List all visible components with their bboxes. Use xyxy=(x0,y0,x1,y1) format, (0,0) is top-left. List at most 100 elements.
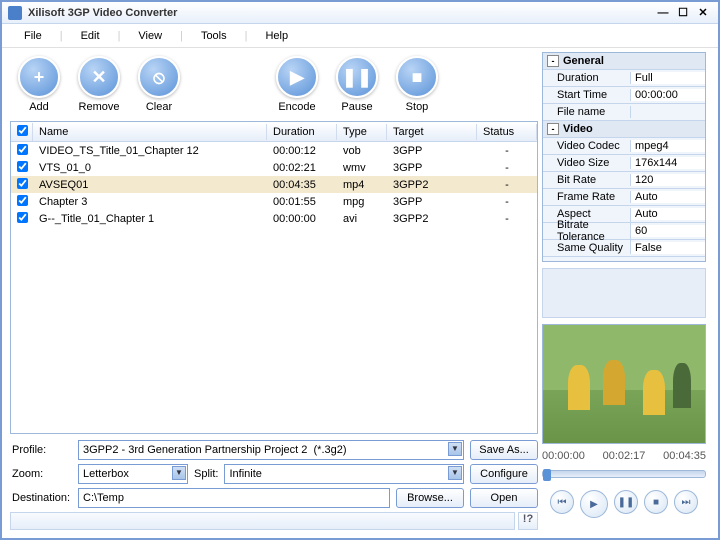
menu-view[interactable]: View xyxy=(128,27,172,45)
save-as-button[interactable]: Save As... xyxy=(470,440,538,460)
cell-target: 3GPP xyxy=(387,161,477,175)
prop-row[interactable]: Video Size176x144 xyxy=(543,155,705,172)
menu-help[interactable]: Help xyxy=(255,27,298,45)
col-target[interactable]: Target xyxy=(387,124,477,140)
prop-value[interactable]: Auto xyxy=(631,208,705,220)
transport-stop-button[interactable]: ■ xyxy=(644,490,668,514)
cell-status: - xyxy=(477,212,537,226)
split-label: Split: xyxy=(194,468,218,480)
col-status[interactable]: Status xyxy=(477,124,537,140)
prop-key: Bit Rate xyxy=(543,174,631,186)
prop-value[interactable]: 120 xyxy=(631,174,705,186)
add-button[interactable]: +Add xyxy=(18,56,60,113)
play-button[interactable]: ▶ xyxy=(580,490,608,518)
prop-value[interactable]: mpeg4 xyxy=(631,140,705,152)
minimize-button[interactable]: — xyxy=(654,6,672,20)
select-all-checkbox[interactable] xyxy=(17,125,28,136)
profile-label: Profile: xyxy=(10,444,72,456)
prop-row[interactable]: Same QualityFalse xyxy=(543,240,705,257)
prop-row[interactable]: Frame RateAuto xyxy=(543,189,705,206)
time-start: 00:00:00 xyxy=(542,450,585,462)
table-row[interactable]: VIDEO_TS_Title_01_Chapter 1200:00:12vob3… xyxy=(11,142,537,159)
cell-status: - xyxy=(477,195,537,209)
prop-value[interactable]: Auto xyxy=(631,191,705,203)
open-button[interactable]: Open xyxy=(470,488,538,508)
prop-row[interactable]: File name xyxy=(543,104,705,121)
clear-button[interactable]: ⦸Clear xyxy=(138,56,180,113)
prop-key: Frame Rate xyxy=(543,191,631,203)
prop-value[interactable]: Full xyxy=(631,72,705,84)
prop-key: Same Quality xyxy=(543,242,631,254)
stop-button[interactable]: ■Stop xyxy=(396,56,438,113)
chevron-down-icon[interactable]: ▼ xyxy=(448,442,462,456)
encode-button[interactable]: ▶Encode xyxy=(276,56,318,113)
profile-select[interactable] xyxy=(78,440,464,460)
menu-tools[interactable]: Tools xyxy=(191,27,237,45)
row-checkbox[interactable] xyxy=(17,161,28,172)
remove-button[interactable]: ✕Remove xyxy=(78,56,120,113)
pause-icon: ❚❚ xyxy=(336,56,378,98)
menu-file[interactable]: File xyxy=(14,27,52,45)
cell-type: vob xyxy=(337,144,387,158)
prop-row[interactable]: Bit Rate120 xyxy=(543,172,705,189)
cell-target: 3GPP2 xyxy=(387,178,477,192)
maximize-button[interactable]: ☐ xyxy=(674,6,692,20)
prop-category[interactable]: -Video xyxy=(543,121,705,138)
table-row[interactable]: Chapter 300:01:55mpg3GPP- xyxy=(11,193,537,210)
cell-target: 3GPP2 xyxy=(387,212,477,226)
chevron-down-icon[interactable]: ▼ xyxy=(448,466,462,480)
browse-button[interactable]: Browse... xyxy=(396,488,464,508)
col-name[interactable]: Name xyxy=(33,124,267,140)
prev-button[interactable]: ⏮ xyxy=(550,490,574,514)
chevron-down-icon[interactable]: ▼ xyxy=(172,466,186,480)
prop-row[interactable]: Video Codecmpeg4 xyxy=(543,138,705,155)
row-checkbox[interactable] xyxy=(17,144,28,155)
collapse-icon[interactable]: - xyxy=(547,55,559,67)
cell-name: Chapter 3 xyxy=(33,195,267,209)
encode-icon: ▶ xyxy=(276,56,318,98)
prop-value[interactable]: 60 xyxy=(631,225,705,237)
prop-value[interactable]: False xyxy=(631,242,705,254)
prop-key: Bitrate Tolerance xyxy=(543,219,631,243)
menu-edit[interactable]: Edit xyxy=(71,27,110,45)
slider-thumb[interactable] xyxy=(543,469,551,481)
prop-category[interactable]: -General xyxy=(543,53,705,70)
row-checkbox[interactable] xyxy=(17,195,28,206)
prop-key: Video Size xyxy=(543,157,631,169)
transport-pause-button[interactable]: ❚❚ xyxy=(614,490,638,514)
plus-icon: + xyxy=(18,56,60,98)
cell-name: VIDEO_TS_Title_01_Chapter 12 xyxy=(33,144,267,158)
destination-input[interactable] xyxy=(78,488,390,508)
next-button[interactable]: ⏭ xyxy=(674,490,698,514)
seek-slider[interactable] xyxy=(542,470,706,478)
video-preview[interactable] xyxy=(542,324,706,444)
prop-value[interactable]: 176x144 xyxy=(631,157,705,169)
split-select[interactable] xyxy=(224,464,464,484)
close-button[interactable]: ✕ xyxy=(694,6,712,20)
table-row[interactable]: AVSEQ0100:04:35mp43GPP2- xyxy=(11,176,537,193)
cell-type: avi xyxy=(337,212,387,226)
prop-row[interactable]: Start Time00:00:00 xyxy=(543,87,705,104)
destination-label: Destination: xyxy=(10,492,72,504)
help-button[interactable]: !? xyxy=(518,512,538,530)
pause-button[interactable]: ❚❚Pause xyxy=(336,56,378,113)
time-mid: 00:02:17 xyxy=(603,450,646,462)
app-icon xyxy=(8,6,22,20)
menubar: File| Edit| View| Tools| Help xyxy=(2,24,718,48)
row-checkbox[interactable] xyxy=(17,212,28,223)
prop-key: Start Time xyxy=(543,89,631,101)
prop-row[interactable]: DurationFull xyxy=(543,70,705,87)
row-checkbox[interactable] xyxy=(17,178,28,189)
cell-target: 3GPP xyxy=(387,144,477,158)
prop-row[interactable]: Bitrate Tolerance60 xyxy=(543,223,705,240)
time-end: 00:04:35 xyxy=(663,450,706,462)
clear-icon: ⦸ xyxy=(138,56,180,98)
table-row[interactable]: VTS_01_000:02:21wmv3GPP- xyxy=(11,159,537,176)
col-duration[interactable]: Duration xyxy=(267,124,337,140)
property-grid[interactable]: -GeneralDurationFullStart Time00:00:00Fi… xyxy=(542,52,706,262)
collapse-icon[interactable]: - xyxy=(547,123,559,135)
col-type[interactable]: Type xyxy=(337,124,387,140)
configure-button[interactable]: Configure xyxy=(470,464,538,484)
prop-value[interactable]: 00:00:00 xyxy=(631,89,705,101)
table-row[interactable]: G--_Title_01_Chapter 100:00:00avi3GPP2- xyxy=(11,210,537,227)
